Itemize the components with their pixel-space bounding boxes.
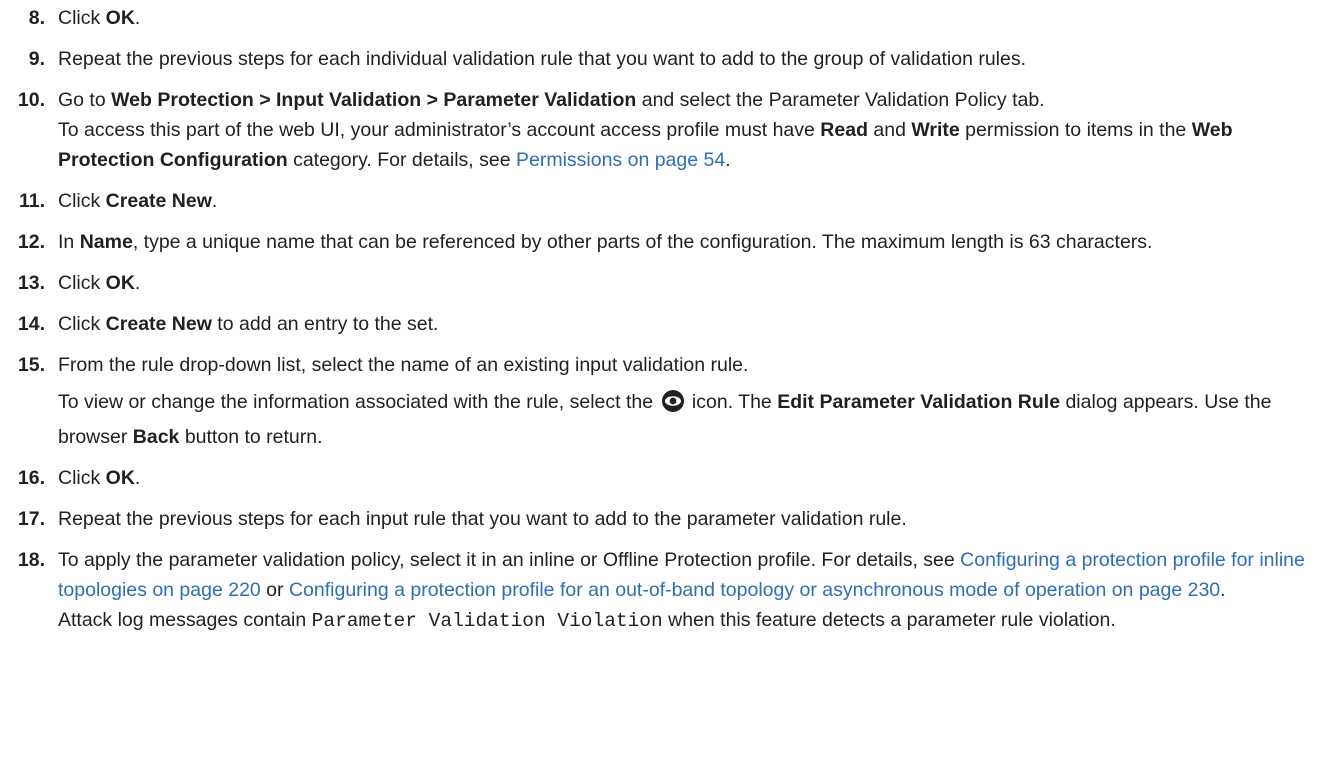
permissions-link[interactable]: Permissions on page 54 (516, 149, 725, 171)
eye-icon (661, 389, 685, 422)
step-number: 17. (17, 508, 45, 530)
attack-log-note: Attack log messages contain Parameter Va… (58, 609, 1116, 632)
step-14: 14. Click Create New to add an entry to … (0, 309, 1325, 339)
step-number: 16. (17, 467, 45, 489)
view-rule-note: To view or change the information associ… (58, 389, 1272, 448)
step-9: 9. Repeat the previous steps for each in… (0, 44, 1325, 74)
permission-note: To access this part of the web UI, your … (58, 119, 1233, 171)
ok-term: OK (105, 467, 135, 489)
step-number: 18. (17, 549, 45, 571)
step-text: Click OK. (58, 272, 141, 294)
dialog-name: Edit Parameter Validation Rule (777, 391, 1061, 413)
step-number: 9. (28, 48, 45, 70)
log-message-code: Parameter Validation Violation (311, 610, 663, 632)
step-text: To apply the parameter validation policy… (58, 549, 1305, 601)
step-text: From the rule drop-down list, select the… (58, 354, 749, 376)
step-text: Click OK. (58, 467, 141, 489)
out-of-band-topology-link[interactable]: Configuring a protection profile for an … (289, 579, 1220, 601)
step-10: 10. Go to Web Protection > Input Validat… (0, 85, 1325, 175)
ok-term: OK (105, 272, 135, 294)
name-term: Name (79, 231, 133, 253)
step-text: In Name, type a unique name that can be … (58, 231, 1153, 253)
back-term: Back (132, 426, 180, 448)
step-text: Click Create New to add an entry to the … (58, 313, 439, 335)
step-text: Repeat the previous steps for each indiv… (58, 48, 1027, 70)
step-text: Click OK. (58, 7, 141, 29)
step-number: 14. (17, 313, 45, 335)
step-16: 16. Click OK. (0, 463, 1325, 493)
step-18: 18. To apply the parameter validation po… (0, 545, 1325, 636)
step-number: 12. (17, 231, 45, 253)
step-text: Repeat the previous steps for each input… (58, 508, 907, 530)
step-text: Go to Web Protection > Input Validation … (58, 89, 1045, 111)
step-number: 10. (17, 89, 45, 111)
step-text: Click Create New. (58, 190, 218, 212)
step-13: 13. Click OK. (0, 268, 1325, 298)
step-11: 11. Click Create New. (0, 186, 1325, 216)
step-number: 15. (17, 354, 45, 376)
step-15: 15. From the rule drop-down list, select… (0, 350, 1325, 452)
step-17: 17. Repeat the previous steps for each i… (0, 504, 1325, 534)
step-12: 12. In Name, type a unique name that can… (0, 227, 1325, 257)
create-new-term: Create New (105, 313, 212, 335)
document-body: 8. Click OK. 9. Repeat the previous step… (0, 0, 1325, 636)
step-number: 8. (28, 7, 45, 29)
step-number: 11. (18, 190, 45, 212)
ok-term: OK (105, 7, 135, 29)
step-8: 8. Click OK. (0, 3, 1325, 33)
step-number: 13. (17, 272, 45, 294)
menu-path: Web Protection > Input Validation > Para… (111, 89, 637, 111)
create-new-term: Create New (105, 190, 212, 212)
